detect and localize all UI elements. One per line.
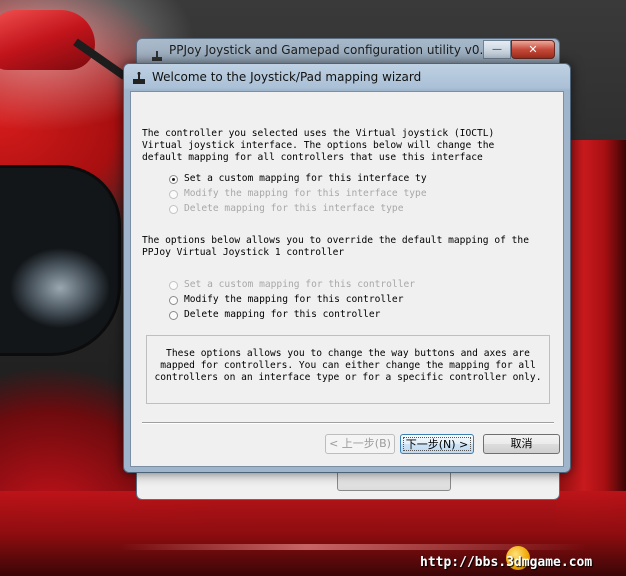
dialog-titlebar: Welcome to the Joystick/Pad mapping wiza… (124, 64, 570, 91)
radio-label: Modify the mapping for this interface ty… (184, 188, 427, 199)
radio-label: Delete mapping for this controller (184, 309, 381, 320)
radio-set-interface-mapping[interactable]: Set a custom mapping for this interface … (169, 172, 427, 186)
parent-window-title: PPJoy Joystick and Gamepad configuration… (169, 43, 511, 57)
intro-line: The controller you selected uses the Vir… (142, 128, 495, 139)
close-button[interactable]: ✕ (511, 40, 555, 59)
radio-label: Modify the mapping for this controller (184, 294, 404, 305)
override-text: The options below allows you to override… (142, 235, 557, 259)
radio-modify-controller-mapping[interactable]: Modify the mapping for this controller (169, 293, 404, 307)
dialog-body: The controller you selected uses the Vir… (130, 91, 564, 467)
mapping-wizard-dialog: Welcome to the Joystick/Pad mapping wiza… (123, 63, 571, 473)
intro-line: default mapping for all controllers that… (142, 152, 483, 163)
minimize-button[interactable]: — (483, 40, 511, 59)
radio-label: Set a custom mapping for this controller (184, 279, 416, 290)
back-button: < 上一步(B) (325, 434, 395, 454)
radio-delete-controller-mapping[interactable]: Delete mapping for this controller (169, 308, 380, 322)
radio-label: Set a custom mapping for this interface … (184, 173, 427, 184)
next-button-label: 下一步(N) > (403, 437, 471, 451)
joystick-icon (133, 72, 145, 84)
radio-button[interactable] (169, 295, 178, 305)
separator (142, 422, 554, 424)
radio-button[interactable] (169, 174, 178, 184)
watermark-url: http://bbs.3dmgame.com (420, 555, 593, 570)
cancel-button[interactable]: 取消 (483, 434, 560, 454)
intro-text: The controller you selected uses the Vir… (142, 128, 557, 164)
radio-button[interactable] (169, 310, 178, 320)
radio-label: Delete mapping for this interface type (184, 203, 404, 214)
info-line: These options allows you to change the w… (166, 348, 530, 359)
dialog-title: Welcome to the Joystick/Pad mapping wiza… (152, 70, 422, 84)
override-line: The options below allows you to override… (142, 235, 529, 246)
radio-button (169, 204, 178, 214)
info-text: These options allows you to change the w… (147, 348, 549, 384)
radio-modify-interface-mapping: Modify the mapping for this interface ty… (169, 187, 427, 201)
intro-line: Virtual joystick interface. The options … (142, 140, 495, 151)
joystick-icon (152, 51, 162, 61)
radio-button (169, 280, 178, 290)
radio-button (169, 189, 178, 199)
info-box: These options allows you to change the w… (146, 335, 550, 404)
radio-set-controller-mapping: Set a custom mapping for this controller (169, 278, 415, 292)
next-button[interactable]: 下一步(N) > (400, 434, 474, 454)
info-line: mapped for controllers. You can either c… (160, 360, 536, 371)
car-headlight (0, 165, 121, 356)
override-line: PPJoy Virtual Joystick 1 controller (142, 247, 345, 258)
radio-delete-interface-mapping: Delete mapping for this interface type (169, 202, 404, 216)
info-line: controllers on an interface type or for … (154, 372, 542, 383)
